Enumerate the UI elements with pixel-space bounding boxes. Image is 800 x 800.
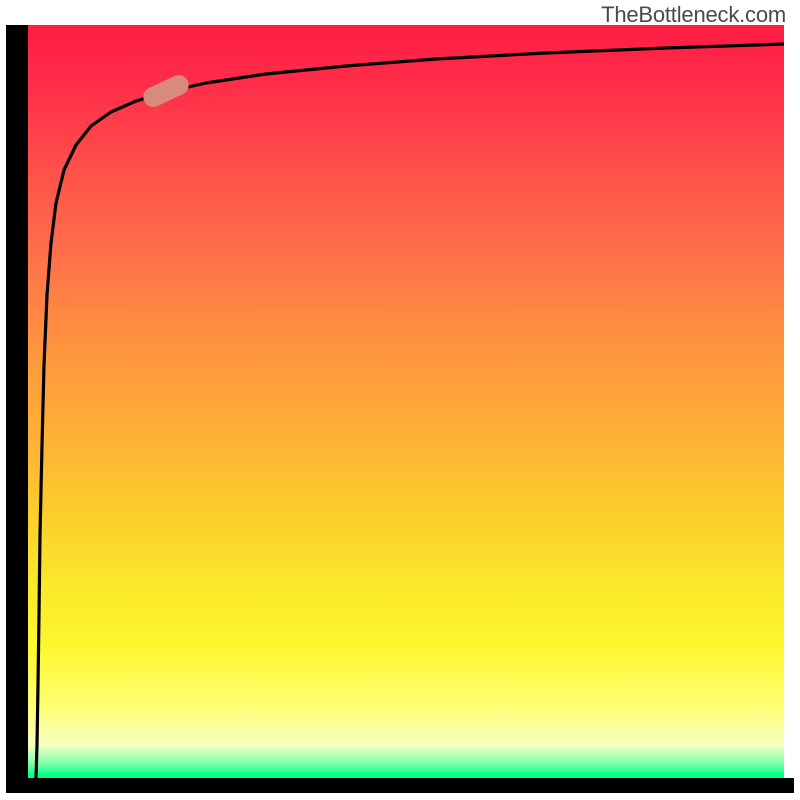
plot-area xyxy=(6,25,784,783)
y-axis-ticks-mask xyxy=(14,25,28,783)
y-axis xyxy=(6,25,14,793)
chart-container xyxy=(6,25,794,793)
bottleneck-curve xyxy=(6,25,784,783)
x-axis xyxy=(6,783,794,793)
